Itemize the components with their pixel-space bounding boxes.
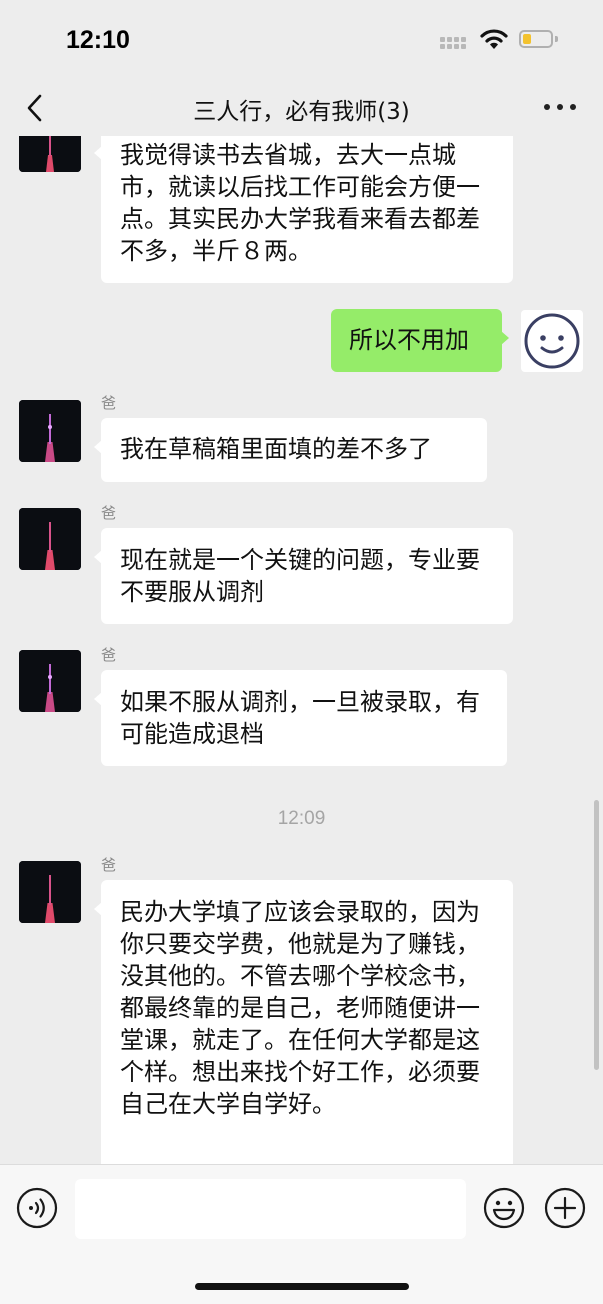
avatar[interactable] [19, 136, 81, 172]
message-bubble[interactable]: 民办大学填了应该会录取的，因为你只要交学费，他就是为了赚钱，没其他的。不管去哪个… [94, 880, 513, 1164]
more-dots-icon[interactable] [544, 102, 576, 112]
home-indicator[interactable] [195, 1283, 409, 1290]
tower-avatar-image [19, 861, 81, 923]
message-input[interactable] [75, 1179, 466, 1239]
tower-avatar-image [19, 508, 81, 570]
status-time: 12:10 [66, 26, 130, 54]
sender-name: 爸 [101, 504, 117, 522]
battery-icon [519, 30, 553, 48]
battery-level [523, 34, 531, 44]
avatar[interactable] [19, 400, 81, 462]
emoji-icon[interactable] [483, 1187, 525, 1229]
message-bubble[interactable]: 现在就是一个关键的问题，专业要不要服从调剂 [94, 528, 513, 624]
plus-icon[interactable] [544, 1187, 586, 1229]
signal-icon [440, 37, 472, 49]
message-text: 所以不用加 [349, 326, 469, 354]
chat-title[interactable]: 三人行，必有我师(3) [0, 92, 603, 126]
message-text: 如果不服从调剂，一旦被录取，有可能造成退档 [120, 688, 480, 748]
my-message-bubble[interactable]: 所以不用加 [331, 309, 509, 372]
message-text: 我觉得读书去省城，去大一点城市，就读以后找工作可能会方便一点。其实民办大学我看来… [120, 141, 480, 265]
message-text: 现在就是一个关键的问题，专业要不要服从调剂 [120, 546, 480, 606]
message-text: 民办大学填了应该会录取的，因为你只要交学费，他就是为了赚钱，没其他的。不管去哪个… [120, 898, 480, 1118]
sender-name: 爸 [101, 394, 117, 412]
battery-cap [555, 36, 558, 42]
message-text: 我在草稿箱里面填的差不多了 [120, 435, 432, 463]
tower-avatar-image [19, 650, 81, 712]
tower-avatar-image [19, 400, 81, 462]
message-bubble[interactable]: 如果不服从调剂，一旦被录取，有可能造成退档 [94, 670, 507, 766]
message-bubble[interactable]: 我在草稿箱里面填的差不多了 [94, 418, 487, 482]
timestamp: 12:09 [277, 808, 326, 829]
wifi-icon [480, 29, 508, 49]
sender-name: 爸 [101, 646, 117, 664]
scrollbar[interactable] [594, 800, 599, 1070]
sender-name: 爸 [101, 856, 117, 874]
smiley-avatar-icon [524, 313, 580, 369]
message-bubble[interactable]: 我觉得读书去省城，去大一点城市，就读以后找工作可能会方便一点。其实民办大学我看来… [94, 136, 513, 283]
status-bar: 12:10 [0, 0, 603, 80]
nav-bar: 三人行，必有我师(3) [0, 80, 603, 136]
tower-avatar-image [19, 136, 81, 172]
avatar[interactable] [19, 861, 81, 923]
my-avatar[interactable] [521, 310, 583, 372]
avatar[interactable] [19, 650, 81, 712]
voice-icon[interactable] [16, 1187, 58, 1229]
avatar[interactable] [19, 508, 81, 570]
chat-area[interactable]: 我觉得读书去省城，去大一点城市，就读以后找工作可能会方便一点。其实民办大学我看来… [0, 136, 603, 1164]
